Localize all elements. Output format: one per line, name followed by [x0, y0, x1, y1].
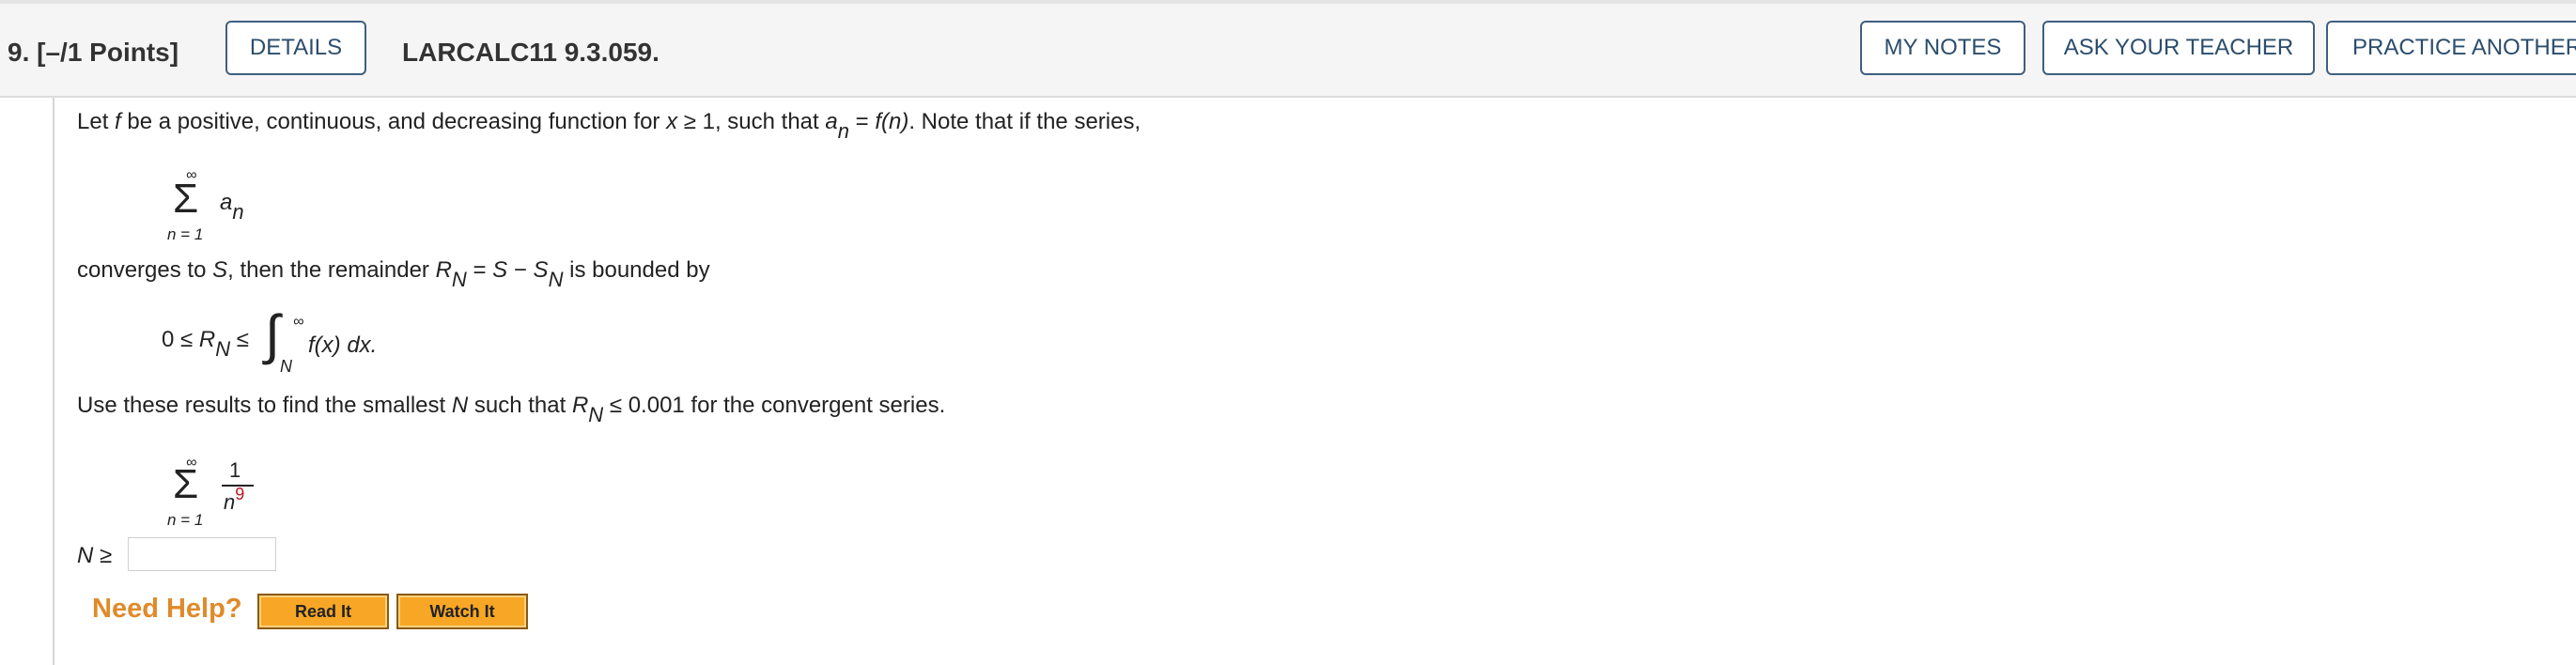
bound-inequality: 0 ≤ RN ≤: [162, 327, 249, 361]
answer-label: N ≥: [77, 543, 113, 568]
need-help-label: Need Help?: [92, 594, 242, 624]
integral-upper-limit: ∞: [293, 314, 304, 330]
series1-term: an: [220, 190, 244, 224]
integral-lower-limit: N: [280, 357, 292, 376]
series2-sigma: Σ: [173, 461, 199, 507]
integral-sign: ∫: [265, 304, 280, 365]
series2-lower-limit: n = 1: [167, 511, 204, 529]
series1-lower-limit: n = 1: [167, 225, 204, 243]
series1-sigma: Σ: [173, 176, 199, 222]
instruction-line: Use these results to find the smallest N…: [77, 393, 946, 426]
read-it-button[interactable]: Read It: [257, 594, 389, 629]
answer-input[interactable]: [128, 537, 276, 571]
watch-it-button[interactable]: Watch It: [396, 594, 528, 629]
series2-denominator: n9: [224, 485, 245, 514]
integrand: f(x) dx.: [308, 332, 378, 358]
remainder-line: converges to S, then the remainder RN = …: [77, 257, 710, 291]
series2-numerator: 1: [229, 458, 241, 482]
intro-line: Let f be a positive, continuous, and dec…: [77, 109, 1141, 143]
exponent: 9: [235, 485, 245, 503]
question-body: Let f be a positive, continuous, and dec…: [0, 0, 2576, 665]
